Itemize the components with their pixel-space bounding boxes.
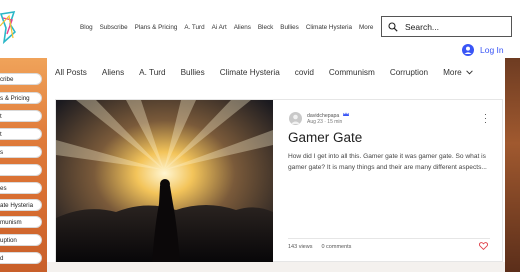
nav-a-turd[interactable]: A. Turd: [184, 24, 204, 36]
tab-bullies[interactable]: Bullies: [181, 68, 205, 77]
post-excerpt[interactable]: How did I get into all this. Gamer gate …: [288, 152, 488, 173]
sidebar-item-corruption[interactable]: uption: [0, 234, 42, 246]
nav-ai-art[interactable]: Ai Art: [212, 24, 227, 36]
sidebar-item-climate-hysteria[interactable]: ate Hysteria: [0, 199, 42, 211]
nav-climate-hysteria[interactable]: Climate Hysteria: [306, 24, 352, 36]
nav-more[interactable]: More: [359, 24, 373, 36]
site-logo[interactable]: [0, 8, 16, 46]
search-box[interactable]: [381, 16, 512, 37]
sidebar-item-covid[interactable]: d: [0, 252, 42, 264]
post-author[interactable]: davidchepapa: [307, 112, 349, 119]
tab-more-label: More: [443, 68, 462, 77]
login-label: Log In: [480, 45, 504, 55]
user-avatar-icon: [462, 44, 474, 56]
sidebar-item-aliens[interactable]: s: [0, 146, 42, 158]
author-avatar[interactable]: [289, 112, 302, 125]
tab-all-posts[interactable]: All Posts: [55, 68, 87, 77]
heart-icon[interactable]: [479, 242, 488, 250]
nav-bleck[interactable]: Bleck: [258, 24, 273, 36]
nav-plans-pricing[interactable]: Plans & Pricing: [135, 24, 178, 36]
category-tabs: All Posts Aliens A. Turd Bullies Climate…: [55, 68, 473, 77]
tab-communism[interactable]: Communism: [329, 68, 375, 77]
post-date: Aug 23 · 15 min: [307, 119, 343, 125]
sidebar-item-subscribe[interactable]: cribe: [0, 73, 42, 85]
more-options-icon[interactable]: · · ·: [484, 110, 487, 127]
sidebar-item-plans-pricing[interactable]: s & Pricing: [0, 92, 42, 104]
post-cover-image[interactable]: [56, 100, 273, 263]
sidebar-item-a-turd[interactable]: t: [0, 110, 42, 122]
main-nav: Blog Subscribe Plans & Pricing A. Turd A…: [80, 24, 373, 36]
sidebar-item-bleck[interactable]: [0, 164, 42, 176]
sidebar-item-bullies[interactable]: es: [0, 182, 42, 194]
chevron-down-icon: [466, 70, 473, 75]
nav-aliens[interactable]: Aliens: [234, 24, 251, 36]
card-divider: [288, 238, 490, 239]
tab-more[interactable]: More: [443, 68, 473, 77]
views-count: 143 views: [288, 244, 313, 250]
search-input[interactable]: [403, 20, 507, 33]
right-background-image: [505, 58, 520, 272]
post-card[interactable]: davidchepapa Aug 23 · 15 min · · · Gamer G…: [55, 99, 503, 263]
search-icon: [388, 21, 398, 32]
tab-a-turd[interactable]: A. Turd: [139, 68, 165, 77]
site-header: Blog Subscribe Plans & Pricing A. Turd A…: [0, 0, 520, 58]
post-stats: 143 views 0 comments: [288, 244, 351, 250]
nav-bullies[interactable]: Bullies: [280, 24, 299, 36]
post-title[interactable]: Gamer Gate: [288, 130, 362, 145]
comments-count[interactable]: 0 comments: [321, 244, 351, 250]
login-button[interactable]: Log In: [462, 44, 504, 56]
tab-corruption[interactable]: Corruption: [390, 68, 428, 77]
page-bottom-strip: [47, 262, 505, 272]
nav-blog[interactable]: Blog: [80, 24, 93, 36]
sidebar-item-ai-art[interactable]: t: [0, 128, 42, 140]
tab-climate-hysteria[interactable]: Climate Hysteria: [220, 68, 280, 77]
tab-covid[interactable]: covid: [295, 68, 314, 77]
nav-subscribe[interactable]: Subscribe: [100, 24, 128, 36]
crown-icon: [342, 112, 349, 116]
tab-aliens[interactable]: Aliens: [102, 68, 124, 77]
sidebar-item-communism[interactable]: munism: [0, 216, 42, 228]
